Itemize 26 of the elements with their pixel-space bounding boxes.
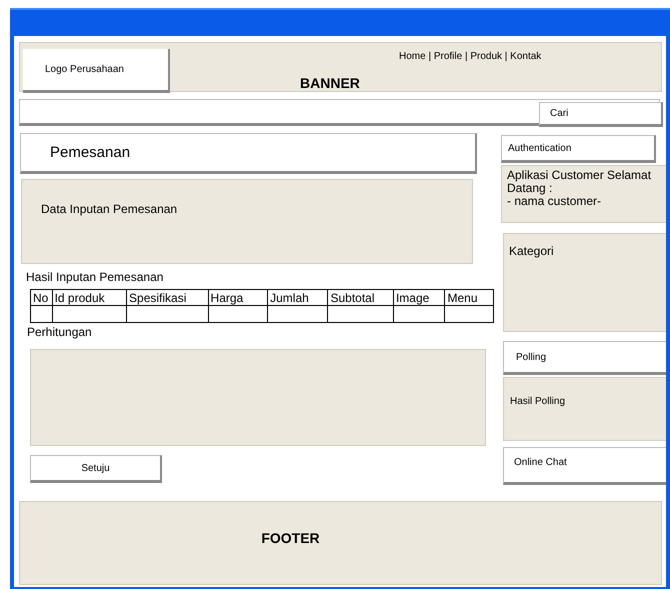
nav-links[interactable]: Home | Profile | Produk | Kontak bbox=[399, 51, 542, 62]
footer-text: FOOTER bbox=[261, 530, 320, 546]
column-header: Jumlah bbox=[268, 290, 328, 306]
page-title-bar: Pemesanan bbox=[20, 133, 477, 174]
logo-text: Logo Perusahaan bbox=[45, 64, 124, 75]
column-header: No bbox=[30, 290, 52, 306]
panel-text: Kategori bbox=[509, 244, 555, 258]
banner-title: BANNER bbox=[300, 75, 360, 91]
search-button[interactable]: Cari bbox=[539, 102, 663, 127]
section-label: Hasil Inputan Pemesanan bbox=[26, 270, 164, 284]
column-header: Subtotal bbox=[328, 290, 394, 306]
column-header: Menu bbox=[444, 290, 494, 306]
column-header: Spesifikasi bbox=[126, 290, 208, 306]
search-bar[interactable]: Cari bbox=[19, 99, 660, 126]
panel-text: Aplikasi Customer Selamat Datang : bbox=[507, 169, 652, 195]
sidebar-button[interactable]: Polling bbox=[503, 341, 666, 375]
agree-button[interactable]: Setuju bbox=[30, 455, 162, 483]
column-header: Id produk bbox=[52, 290, 127, 306]
section-label: Perhitungan bbox=[27, 325, 93, 339]
column-header: Image bbox=[393, 290, 445, 306]
panel-text: Hasil Polling bbox=[510, 396, 566, 407]
input-panel: Data Inputan Pemesanan bbox=[21, 179, 473, 264]
sidebar-button[interactable]: Authentication bbox=[501, 135, 656, 163]
column-header: Harga bbox=[208, 290, 268, 306]
panel-text: - nama customer- bbox=[507, 195, 602, 208]
sidebar-button[interactable]: Online Chat bbox=[503, 447, 666, 485]
